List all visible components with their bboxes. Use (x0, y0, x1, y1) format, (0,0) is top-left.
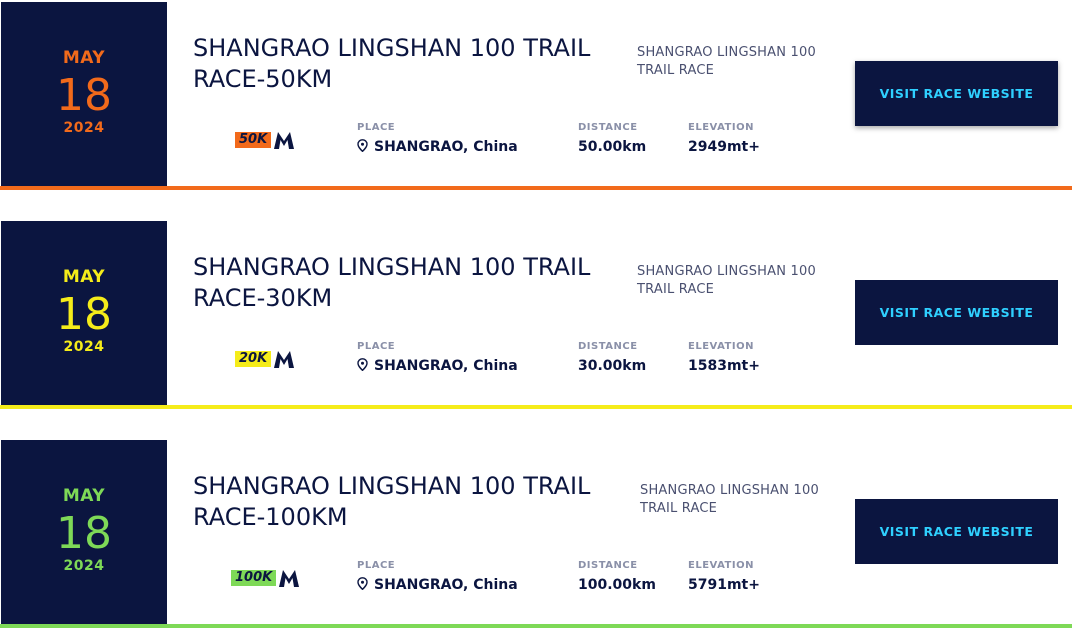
elevation-label: ELEVATION (688, 560, 754, 571)
m-logo-icon (274, 351, 294, 368)
race-title[interactable]: SHANGRAO LINGSHAN 100 TRAIL RACE-100KM (193, 471, 633, 533)
elevation-label: ELEVATION (688, 122, 754, 133)
m-logo-icon (274, 132, 294, 149)
distance-label: DISTANCE (578, 341, 638, 352)
badge-tag: 50K (235, 132, 272, 148)
place-label: PLACE (357, 560, 396, 571)
place-label: PLACE (357, 122, 396, 133)
distance-value: 30.00km (578, 358, 647, 374)
badge-tag: 100K (231, 570, 277, 586)
date-month: MAY (62, 267, 106, 287)
date-year: 2024 (63, 339, 105, 355)
place-value: SHANGRAO, China (357, 358, 518, 374)
race-organizer: SHANGRAO LINGSHAN 100 TRAIL RACE (637, 45, 816, 78)
race-card: MAY 18 2024 SHANGRAO LINGSHAN 100 TRAIL … (0, 0, 1072, 190)
accent-bar (0, 405, 1072, 409)
elevation-value: 2949mt+ (688, 139, 760, 155)
location-pin-icon (357, 358, 368, 371)
place-value: SHANGRAO, China (357, 577, 518, 593)
elevation-value: 5791mt+ (688, 577, 760, 593)
place-label: PLACE (357, 341, 396, 352)
place-text: SHANGRAO, China (374, 577, 518, 593)
date-box: MAY 18 2024 (1, 221, 167, 405)
distance-label: DISTANCE (578, 560, 638, 571)
distance-value: 100.00km (578, 577, 656, 593)
date-year: 2024 (63, 120, 105, 136)
place-text: SHANGRAO, China (374, 139, 518, 155)
location-pin-icon (357, 139, 368, 152)
race-organizer: SHANGRAO LINGSHAN 100 TRAIL RACE (640, 483, 819, 516)
location-pin-icon (357, 577, 368, 590)
date-day: 18 (56, 289, 112, 340)
badge-tag: 20K (235, 351, 272, 367)
race-title[interactable]: SHANGRAO LINGSHAN 100 TRAIL RACE-50KM (193, 33, 633, 95)
date-month: MAY (62, 48, 106, 68)
date-month: MAY (62, 486, 106, 506)
race-title[interactable]: SHANGRAO LINGSHAN 100 TRAIL RACE-30KM (193, 252, 633, 314)
place-value: SHANGRAO, China (357, 139, 518, 155)
visit-race-website-button[interactable]: VISIT RACE WEBSITE (855, 280, 1058, 345)
race-card: MAY 18 2024 SHANGRAO LINGSHAN 100 TRAIL … (0, 219, 1072, 409)
date-day: 18 (56, 70, 112, 121)
date-year: 2024 (63, 558, 105, 574)
elevation-value: 1583mt+ (688, 358, 760, 374)
accent-bar (0, 624, 1072, 628)
distance-value: 50.00km (578, 139, 647, 155)
visit-race-website-button[interactable]: VISIT RACE WEBSITE (855, 61, 1058, 126)
elevation-label: ELEVATION (688, 341, 754, 352)
date-box: MAY 18 2024 (1, 440, 167, 624)
distance-label: DISTANCE (578, 122, 638, 133)
date-box: MAY 18 2024 (1, 2, 167, 186)
date-day: 18 (56, 508, 112, 559)
visit-race-website-button[interactable]: VISIT RACE WEBSITE (855, 499, 1058, 564)
race-organizer: SHANGRAO LINGSHAN 100 TRAIL RACE (637, 264, 816, 297)
accent-bar (0, 186, 1072, 190)
race-card: MAY 18 2024 SHANGRAO LINGSHAN 100 TRAIL … (0, 438, 1072, 628)
place-text: SHANGRAO, China (374, 358, 518, 374)
m-logo-icon (279, 570, 299, 587)
